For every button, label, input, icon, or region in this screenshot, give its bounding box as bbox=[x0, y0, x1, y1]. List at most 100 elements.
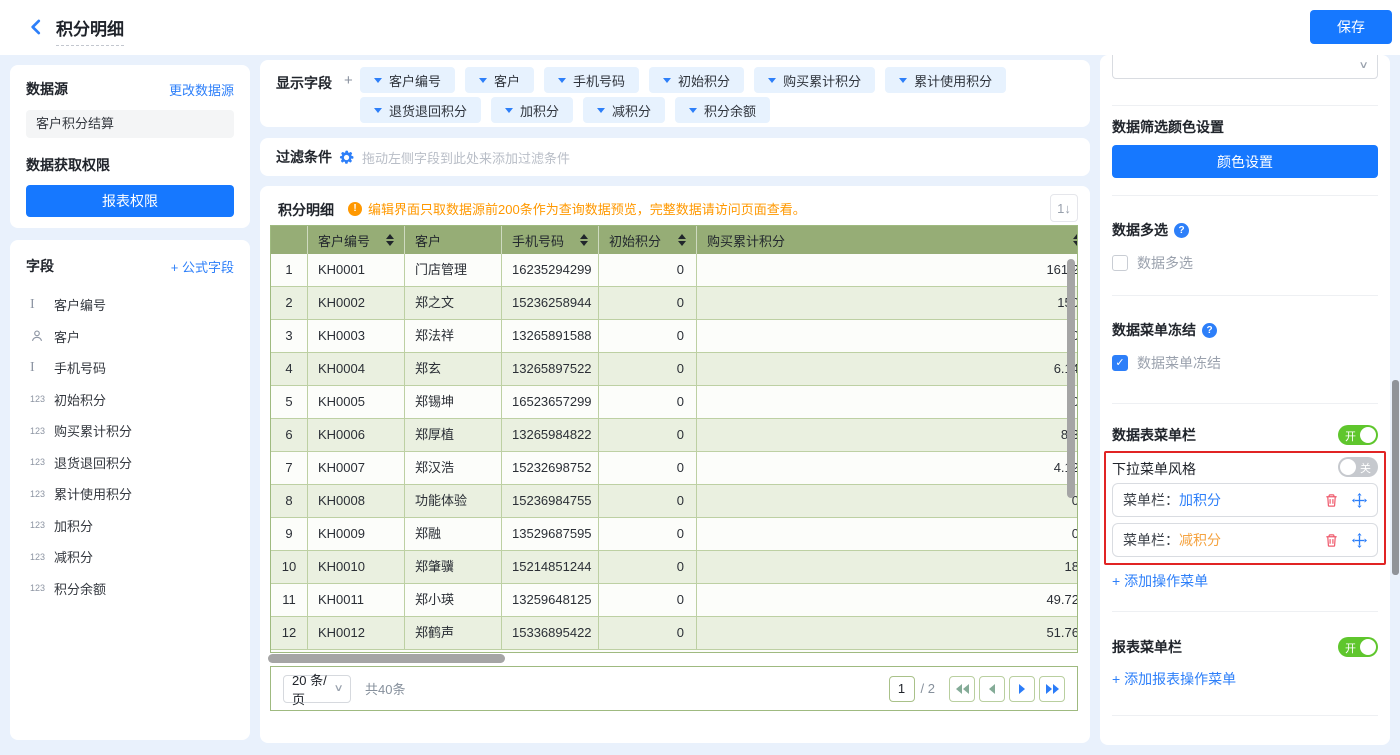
field-chip[interactable]: 积分余额 bbox=[675, 97, 770, 123]
number-field-icon: 123 bbox=[30, 489, 54, 499]
divider bbox=[1112, 195, 1378, 196]
move-icon[interactable] bbox=[1352, 493, 1367, 508]
table-row: 10KH0010郑肇骥15214851244018 bbox=[271, 551, 1078, 584]
gear-icon[interactable] bbox=[339, 150, 354, 165]
help-icon[interactable]: ? bbox=[1174, 223, 1189, 238]
next-page-button[interactable] bbox=[1009, 676, 1035, 702]
table-horizontal-scrollbar[interactable] bbox=[268, 654, 505, 663]
add-formula-field-link[interactable]: + 公式字段 bbox=[171, 257, 234, 276]
field-item[interactable]: 123减积分 bbox=[10, 541, 250, 573]
filter-bar: 过滤条件 拖动左侧字段到此处来添加过滤条件 bbox=[260, 138, 1090, 176]
number-field-icon: 123 bbox=[30, 457, 54, 467]
add-display-field-icon[interactable]: + bbox=[344, 72, 353, 89]
multi-select-checkbox-row[interactable]: 数据多选 bbox=[1112, 253, 1193, 273]
dropdown-style-toggle[interactable]: 关 bbox=[1338, 457, 1378, 477]
table-row: 5KH0005郑锡坤1652365729900 bbox=[271, 386, 1078, 419]
sort-icon[interactable] bbox=[386, 234, 394, 246]
color-settings-button[interactable]: 颜色设置 bbox=[1112, 145, 1378, 178]
sort-icon[interactable] bbox=[678, 234, 686, 246]
save-button[interactable]: 保存 bbox=[1310, 10, 1392, 44]
add-report-action-menu-link[interactable]: + 添加报表操作菜单 bbox=[1112, 669, 1236, 689]
data-table: 客户编号 客户 手机号码 初始积分 购买累计积分 1KH0001门店管理1623… bbox=[270, 225, 1078, 653]
pager: 1 / 2 bbox=[889, 676, 1065, 702]
field-item[interactable]: 123加积分 bbox=[10, 510, 250, 542]
sort-icon[interactable] bbox=[1073, 234, 1078, 246]
datasource-name[interactable]: 客户积分结算 bbox=[26, 110, 234, 138]
add-action-menu-link[interactable]: + 添加操作菜单 bbox=[1112, 571, 1208, 591]
back-icon[interactable] bbox=[26, 17, 46, 37]
page-input[interactable]: 1 bbox=[889, 676, 915, 702]
field-item[interactable]: I客户编号 bbox=[10, 289, 250, 321]
field-chip[interactable]: 累计使用积分 bbox=[885, 67, 1006, 93]
change-datasource-link[interactable]: 更改数据源 bbox=[169, 80, 234, 99]
column-header-rownum bbox=[271, 226, 308, 254]
checkbox-checked[interactable]: ✓ bbox=[1112, 355, 1128, 371]
divider bbox=[1112, 611, 1378, 612]
settings-select[interactable]: ∨ bbox=[1112, 55, 1378, 79]
report-menubar-toggle[interactable]: 开 bbox=[1338, 637, 1378, 657]
field-item[interactable]: 123累计使用积分 bbox=[10, 478, 250, 510]
display-fields-row1: 客户编号 客户 手机号码 初始积分 购买累计积分 累计使用积分 bbox=[360, 67, 1006, 93]
chevron-down-icon bbox=[374, 78, 382, 83]
sort-icon[interactable] bbox=[580, 234, 588, 246]
chevron-down-icon bbox=[558, 78, 566, 83]
field-chip[interactable]: 客户编号 bbox=[360, 67, 455, 93]
field-item[interactable]: I手机号码 bbox=[10, 352, 250, 384]
number-field-icon: 123 bbox=[30, 394, 54, 404]
last-page-button[interactable] bbox=[1039, 676, 1065, 702]
move-icon[interactable] bbox=[1352, 533, 1367, 548]
field-item[interactable]: 123初始积分 bbox=[10, 384, 250, 416]
total-count: 共40条 bbox=[365, 679, 405, 698]
help-icon[interactable]: ? bbox=[1202, 323, 1217, 338]
table-row: 2KH0002郑之文152362589440150 bbox=[271, 287, 1078, 320]
page-size-select[interactable]: 20 条/页 ∨ bbox=[283, 675, 351, 703]
dropdown-style-label: 下拉菜单风格 bbox=[1112, 459, 1196, 479]
trash-icon[interactable] bbox=[1324, 493, 1339, 508]
field-chip[interactable]: 初始积分 bbox=[649, 67, 744, 93]
table-title: 积分明细 bbox=[278, 200, 334, 220]
column-header[interactable]: 客户编号 bbox=[308, 226, 405, 254]
column-header[interactable]: 购买累计积分 bbox=[697, 226, 1078, 254]
table-vertical-scrollbar[interactable] bbox=[1067, 259, 1075, 498]
table-menubar-toggle[interactable]: 开 bbox=[1338, 425, 1378, 445]
prev-page-button[interactable] bbox=[979, 676, 1005, 702]
title-underline bbox=[56, 45, 124, 46]
column-header[interactable]: 初始积分 bbox=[599, 226, 697, 254]
datasource-title: 数据源 bbox=[26, 79, 68, 99]
display-fields-card: 显示字段 + 客户编号 客户 手机号码 初始积分 购买累计积分 累计使用积分 退… bbox=[260, 60, 1090, 127]
field-chip[interactable]: 客户 bbox=[465, 67, 534, 93]
dropdown-style-row: 下拉菜单风格 关 bbox=[1112, 457, 1378, 479]
field-item[interactable]: 123购买累计积分 bbox=[10, 415, 250, 447]
field-item[interactable]: 123积分余额 bbox=[10, 573, 250, 605]
field-chip[interactable]: 手机号码 bbox=[544, 67, 639, 93]
field-chip[interactable]: 加积分 bbox=[491, 97, 573, 123]
number-field-icon: 123 bbox=[30, 520, 54, 530]
field-chip[interactable]: 减积分 bbox=[583, 97, 665, 123]
field-chip[interactable]: 购买累计积分 bbox=[754, 67, 875, 93]
first-page-button[interactable] bbox=[949, 676, 975, 702]
column-header[interactable]: 手机号码 bbox=[502, 226, 599, 254]
filter-dropzone-placeholder[interactable]: 拖动左侧字段到此处来添加过滤条件 bbox=[362, 148, 570, 167]
field-chip[interactable]: 退货退回积分 bbox=[360, 97, 481, 123]
trash-icon[interactable] bbox=[1324, 533, 1339, 548]
menubar-item[interactable]: 菜单栏： 加积分 bbox=[1112, 483, 1378, 517]
field-item[interactable]: 123退货退回积分 bbox=[10, 447, 250, 479]
menubar-item[interactable]: 菜单栏： 减积分 bbox=[1112, 523, 1378, 557]
chevron-down-icon bbox=[597, 108, 605, 113]
report-menubar-title: 报表菜单栏 bbox=[1112, 637, 1182, 657]
content-area: 数据源 更改数据源 客户积分结算 数据获取权限 报表权限 字段 + 公式字段 I… bbox=[0, 55, 1400, 755]
preview-notice: ! 编辑界面只取数据源前200条作为查询数据预览，完整数据请访问页面查看。 bbox=[348, 199, 806, 218]
window-scrollbar[interactable] bbox=[1392, 380, 1399, 575]
column-header[interactable]: 客户 bbox=[405, 226, 502, 254]
field-item[interactable]: 客户 bbox=[10, 321, 250, 353]
person-icon bbox=[30, 329, 54, 343]
chevron-down-icon bbox=[899, 78, 907, 83]
freeze-menu-checkbox-row[interactable]: ✓ 数据菜单冻结 bbox=[1112, 353, 1221, 373]
sort-order-tool[interactable]: 1↓ bbox=[1050, 194, 1078, 222]
chevron-down-icon: ∨ bbox=[1358, 60, 1368, 71]
report-permission-button[interactable]: 报表权限 bbox=[26, 185, 234, 217]
divider bbox=[1112, 715, 1378, 716]
checkbox-unchecked[interactable] bbox=[1112, 255, 1128, 271]
table-menubar-title: 数据表菜单栏 bbox=[1112, 425, 1196, 445]
freeze-menu-title: 数据菜单冻结? bbox=[1112, 320, 1217, 340]
